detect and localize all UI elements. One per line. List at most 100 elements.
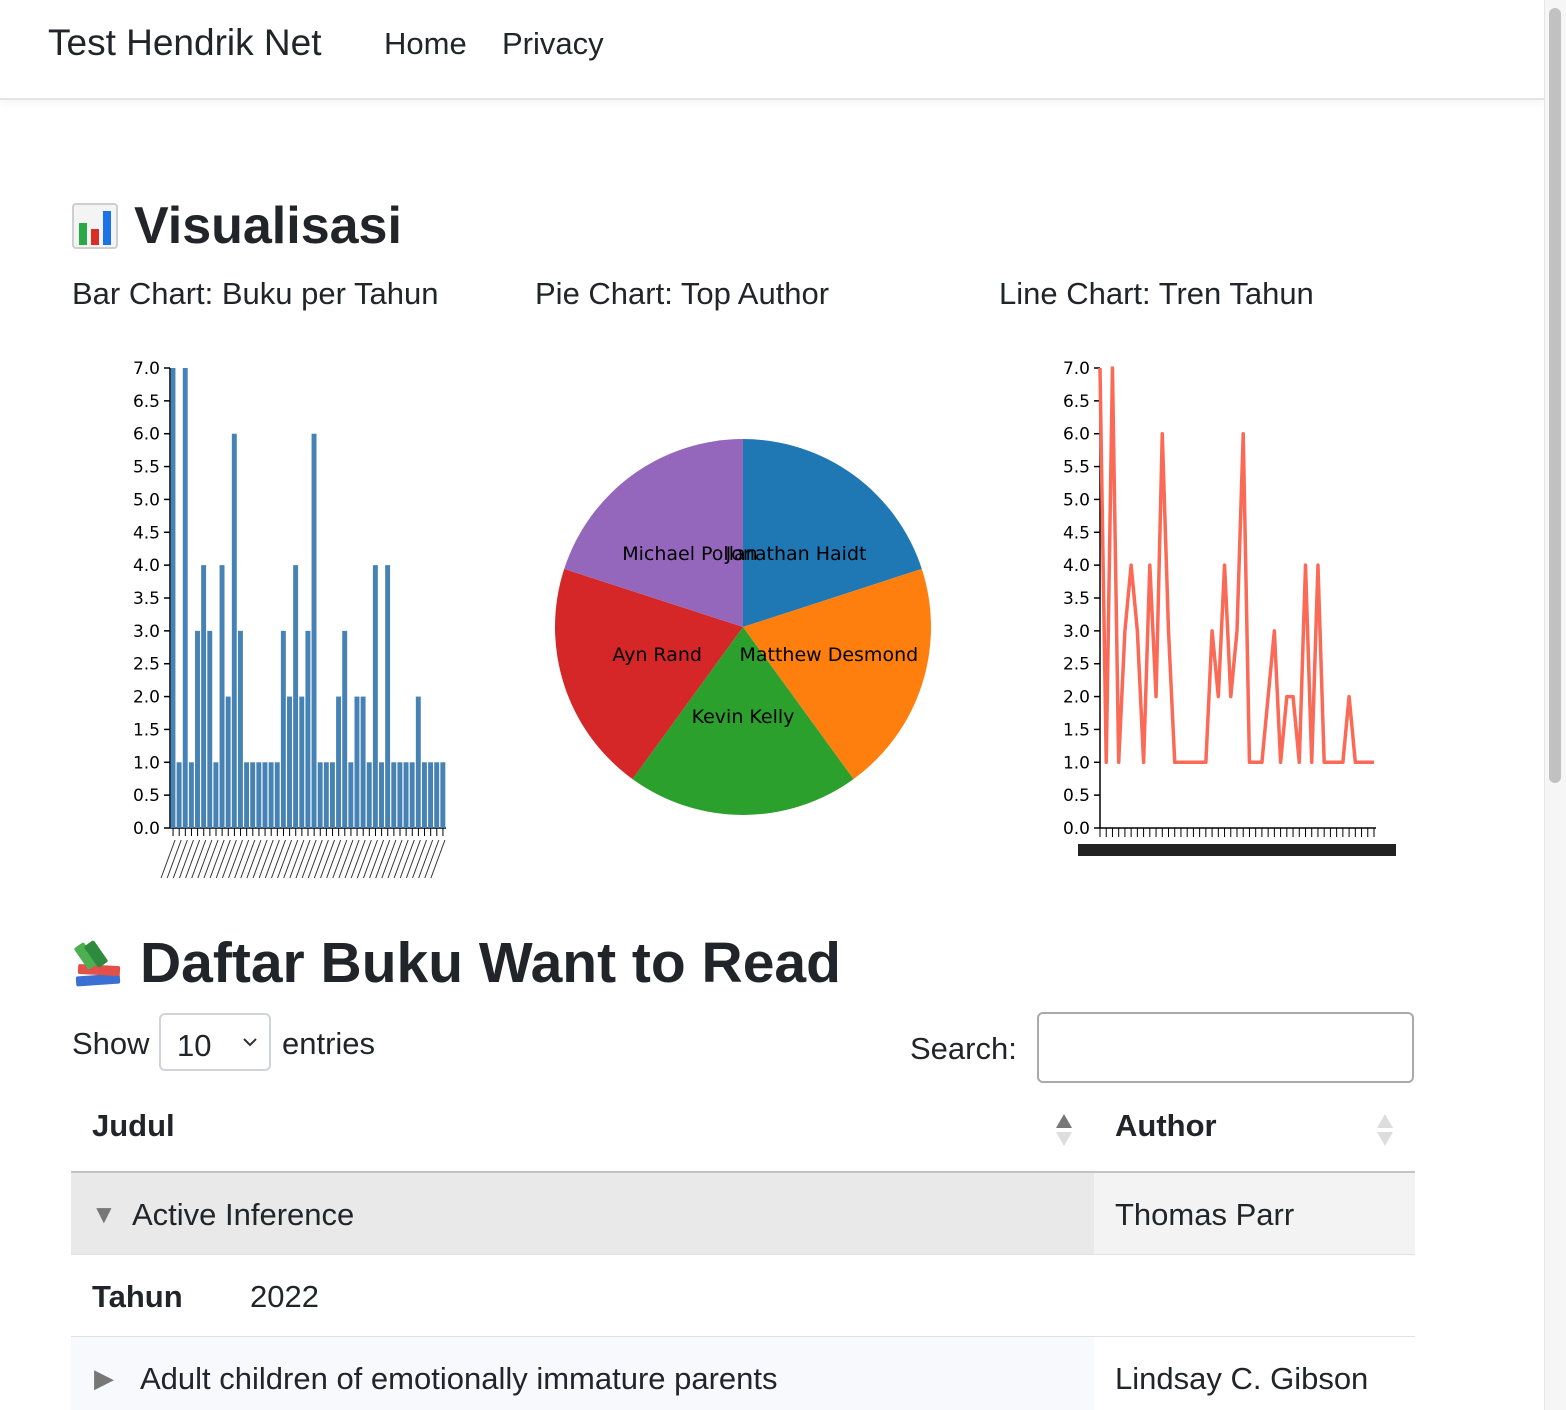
bar [287,696,292,828]
bar [360,696,366,828]
bar [262,762,268,828]
x-tick-label-mark [252,839,268,879]
x-tick-label-mark [356,839,372,879]
visualisasi-title: Visualisasi [134,197,402,255]
y-tick-label: 0.5 [133,786,160,806]
entries-select[interactable]: 10 [159,1013,271,1071]
x-tick-label-mark [240,839,256,879]
x-tick-label-mark [295,839,311,879]
row-judul: Adult children of emotionally immature p… [140,1361,778,1396]
collapse-triangle-icon[interactable]: ▼ [91,1199,117,1230]
bar [176,762,182,828]
navbar-brand[interactable]: Test Hendrik Net [48,22,322,64]
detail-label-tahun: Tahun [92,1279,183,1314]
y-tick-label: 4.0 [1063,556,1090,576]
y-tick-label: 6.5 [1063,392,1090,412]
y-tick-label: 1.0 [133,753,160,773]
pie-label: Matthew Desmond [739,644,918,666]
scrollbar-thumb[interactable] [1549,8,1561,783]
bar [397,762,403,828]
bar [317,762,323,828]
row-author: Thomas Parr [1115,1197,1295,1232]
x-tick-label-mark [215,839,231,879]
x-tick-label-mark [405,839,421,879]
pie-label: Michael Pollan [622,543,757,565]
line-chart-title: Line Chart: Tren Tahun [999,276,1314,311]
daftar-heading: Daftar Buku Want to Read [72,930,841,996]
x-tick-label-mark [197,839,213,879]
x-tick-label-mark [326,839,342,879]
y-tick-label: 6.5 [133,392,160,412]
x-tick-label-mark [307,839,323,879]
line-series [1098,366,1374,765]
x-tick-label-mark [258,839,274,879]
bar [293,565,299,828]
bar-chart: 0.0 0.5 1.0 1.5 2.0 2.5 3.0 3.5 4.0 4.5 5.0 5.5 6.0 6… [133,359,446,879]
x-tick-label-mark [362,839,378,879]
bar [201,565,207,828]
y-tick-label: 2.5 [1063,655,1090,675]
navbar: Test Hendrik Net Home Privacy [0,0,1544,100]
search-label: Search: [910,1031,1017,1066]
bar [372,565,378,828]
y-tick-label: 3.0 [133,622,160,642]
sort-asc-icon[interactable] [1055,1112,1073,1148]
nav-link-privacy[interactable]: Privacy [502,26,604,62]
nav-link-home[interactable]: Home [384,26,467,62]
expand-triangle-icon[interactable]: ▶ [94,1363,114,1394]
x-tick-label-mark [289,839,305,879]
bar [268,762,274,828]
bar [188,762,194,828]
pie-chart-title: Pie Chart: Top Author [535,276,830,311]
bar [385,565,391,828]
bar [379,762,384,828]
x-tick-label-mark [369,839,385,879]
x-tick-label-mark [160,839,176,879]
x-tick-label-mark [246,839,262,879]
y-tick-label: 1.5 [1063,720,1090,740]
y-tick-label: 4.5 [133,523,160,543]
bar [323,762,329,828]
bar [403,762,409,828]
bar [391,762,397,828]
y-tick-label: 2.5 [133,655,160,675]
x-tick-label-mark [430,839,446,879]
bar [244,762,250,828]
column-header-judul[interactable]: Judul [92,1108,175,1144]
bar [305,630,311,828]
x-tick-label-mark [381,839,397,879]
bar [170,368,176,828]
x-tick-label-mark [283,839,299,879]
detail-value-tahun: 2022 [250,1279,319,1314]
y-tick-label: 3.5 [133,589,160,609]
x-tick-label-mark [399,839,415,879]
sort-both-icon[interactable] [1376,1112,1394,1148]
y-tick-label: 5.0 [133,490,160,510]
bar [299,696,305,828]
x-tick-label-mark [344,839,360,879]
bar [440,762,446,828]
x-tick-label-mark [424,839,440,879]
y-tick-label: 6.0 [1063,425,1090,445]
x-tick-label-mark [228,839,244,879]
y-tick-label: 1.0 [1063,753,1090,773]
column-header-author[interactable]: Author [1115,1108,1217,1144]
x-tick-label-mark [209,839,225,879]
bar [428,762,434,828]
bar [342,630,348,828]
search-input[interactable] [1037,1012,1414,1083]
x-tick-label-mark [393,839,409,879]
x-tick-label-mark [270,839,286,879]
show-label: Show [72,1026,150,1061]
y-tick-label: 3.0 [1063,622,1090,642]
bar [237,630,243,828]
bar [225,696,231,828]
visualisasi-heading: Visualisasi [72,196,402,256]
bar-chart-title: Bar Chart: Buku per Tahun [72,276,439,311]
y-tick-label: 2.0 [133,688,160,708]
bar [195,630,200,828]
x-tick-label-mark [178,839,194,879]
row-author: Lindsay C. Gibson [1115,1361,1369,1396]
bar [219,565,225,828]
x-tick-label-mark [191,839,207,879]
